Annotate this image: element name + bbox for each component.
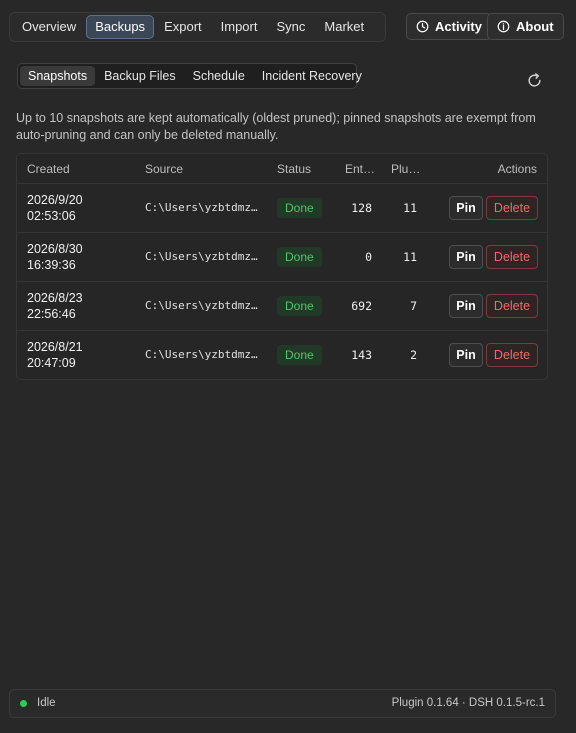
status-badge: Done — [277, 296, 322, 316]
clock-icon — [416, 20, 429, 33]
source-path: C:\Users\yzbtdmz1… — [145, 250, 260, 263]
subtab-backup-files[interactable]: Backup Files — [96, 66, 184, 86]
subtab-snapshots[interactable]: Snapshots — [20, 66, 96, 86]
info-icon — [497, 20, 510, 33]
tab-export[interactable]: Export — [155, 15, 211, 39]
status-badge: Done — [277, 247, 322, 267]
status-badge: Done — [277, 345, 322, 365]
created-date: 2026/8/21 — [27, 340, 83, 354]
refresh-icon[interactable] — [526, 72, 543, 89]
snapshots-table: Created Source Status Ent… Plu… Actions … — [16, 153, 548, 380]
entries-count: 128 — [351, 201, 372, 215]
nav-scroll-fade — [363, 13, 385, 41]
version-text: Plugin 0.1.64 · DSH 0.1.5-rc.1 — [391, 697, 545, 709]
col-plugins: Plu… — [391, 162, 421, 176]
pin-button[interactable]: Pin — [449, 196, 483, 220]
status-text: Idle — [37, 697, 56, 709]
plugins-count: 11 — [403, 201, 417, 215]
delete-button[interactable]: Delete — [486, 294, 538, 318]
main-nav-tabs: Overview Backups Export Import Sync Mark… — [10, 13, 385, 41]
tab-backups[interactable]: Backups — [86, 15, 155, 39]
table-row: 2026/9/20 02:53:06 C:\Users\yzbtdmz1… Do… — [17, 184, 547, 233]
entries-count: 143 — [351, 348, 372, 362]
delete-button[interactable]: Delete — [486, 245, 538, 269]
about-label: About — [516, 19, 554, 34]
main-nav: Overview Backups Export Import Sync Mark… — [9, 12, 386, 42]
col-actions: Actions — [497, 162, 537, 176]
col-source: Source — [145, 162, 184, 176]
source-path: C:\Users\yzbtdmz1… — [145, 348, 260, 361]
plugins-count: 2 — [410, 348, 417, 362]
tab-overview[interactable]: Overview — [13, 15, 85, 39]
subtab-incident-recovery[interactable]: Incident Recovery — [254, 66, 370, 86]
pin-button[interactable]: Pin — [449, 343, 483, 367]
status-indicator-dot — [20, 700, 27, 707]
snapshots-description: Up to 10 snapshots are kept automaticall… — [16, 111, 536, 142]
pin-button[interactable]: Pin — [449, 294, 483, 318]
subtab-schedule[interactable]: Schedule — [185, 66, 253, 86]
created-cell: 2026/8/23 22:56:46 — [27, 290, 83, 322]
created-time: 22:56:46 — [27, 307, 76, 321]
source-path: C:\Users\yzbtdmz1… — [145, 201, 260, 214]
delete-button[interactable]: Delete — [486, 196, 538, 220]
created-date: 2026/8/23 — [27, 291, 83, 305]
status-bar: Idle Plugin 0.1.64 · DSH 0.1.5-rc.1 — [9, 689, 556, 718]
table-row: 2026/8/30 16:39:36 C:\Users\yzbtdmz1… Do… — [17, 233, 547, 282]
activity-label: Activity — [435, 19, 482, 34]
tab-sync[interactable]: Sync — [267, 15, 314, 39]
created-time: 20:47:09 — [27, 356, 76, 370]
created-cell: 2026/8/30 16:39:36 — [27, 241, 83, 273]
tab-import[interactable]: Import — [212, 15, 267, 39]
created-date: 2026/8/30 — [27, 242, 83, 256]
status-badge: Done — [277, 198, 322, 218]
table-row: 2026/8/23 22:56:46 C:\Users\yzbtdmz1… Do… — [17, 282, 547, 331]
created-cell: 2026/8/21 20:47:09 — [27, 339, 83, 371]
activity-button[interactable]: Activity — [406, 13, 492, 40]
entries-count: 692 — [351, 299, 372, 313]
plugins-count: 7 — [410, 299, 417, 313]
entries-count: 0 — [365, 250, 372, 264]
col-entries: Ent… — [345, 162, 376, 176]
about-button[interactable]: About — [487, 13, 564, 40]
created-cell: 2026/9/20 02:53:06 — [27, 192, 83, 224]
table-header: Created Source Status Ent… Plu… Actions — [17, 154, 547, 184]
source-path: C:\Users\yzbtdmz1… — [145, 299, 260, 312]
plugins-count: 11 — [403, 250, 417, 264]
delete-button[interactable]: Delete — [486, 343, 538, 367]
pin-button[interactable]: Pin — [449, 245, 483, 269]
col-created: Created — [27, 162, 70, 176]
created-date: 2026/9/20 — [27, 193, 83, 207]
backups-subtabs: Snapshots Backup Files Schedule Incident… — [17, 63, 362, 89]
created-time: 16:39:36 — [27, 258, 76, 272]
table-row: 2026/8/21 20:47:09 C:\Users\yzbtdmz1… Do… — [17, 331, 547, 380]
col-status: Status — [277, 162, 312, 176]
created-time: 02:53:06 — [27, 209, 76, 223]
